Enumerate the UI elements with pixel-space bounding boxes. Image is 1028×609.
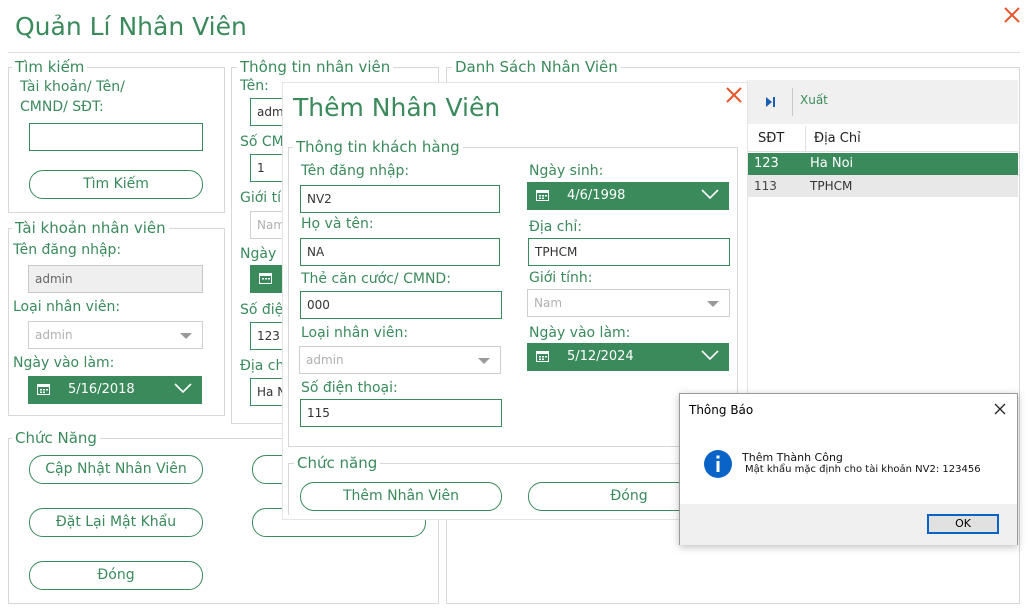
add-id-label: Thẻ căn cước/ CMND: [301, 271, 451, 287]
account-start-date-value: 5/16/2018 [68, 382, 135, 397]
close-button[interactable]: Đóng [29, 561, 203, 590]
table-row[interactable]: 113 TPHCM [746, 175, 1018, 197]
add-phone-label: Số điện thoại: [301, 380, 398, 396]
column-header-address[interactable]: Địa Chỉ [814, 131, 861, 146]
add-dob-picker[interactable]: 4/6/1998 [527, 182, 729, 210]
export-button[interactable]: Xuất [800, 93, 828, 107]
close-icon[interactable] [1001, 4, 1023, 26]
add-dob-label: Ngày sinh: [529, 163, 604, 179]
account-username-label: Tên đăng nhập: [13, 242, 122, 258]
chevron-down-icon [707, 301, 719, 307]
chevron-down-icon [174, 383, 192, 394]
add-fullname-input[interactable]: NA [300, 238, 500, 266]
add-info-group-title: Thông tin khách hàng [293, 139, 463, 155]
add-username-input[interactable]: NV2 [300, 185, 500, 213]
update-employee-button[interactable]: Cập Nhật Nhân Viên [29, 455, 203, 484]
account-start-date-picker[interactable]: 5/16/2018 [28, 376, 202, 404]
reset-password-button[interactable]: Đặt Lại Mật Khẩu [29, 508, 203, 537]
table-row[interactable]: 123 Ha Noi [746, 153, 1018, 175]
account-type-select[interactable]: admin [28, 321, 203, 349]
ok-button[interactable]: OK [927, 514, 999, 534]
calendar-icon [536, 190, 549, 201]
chevron-down-icon [180, 333, 192, 339]
add-gender-value: Nam [534, 296, 563, 310]
table-cell-address: TPHCM [810, 179, 853, 193]
title-divider [8, 52, 1020, 53]
message-line-2: Mật khẩu mặc định cho tài khoản NV2: 123… [745, 464, 981, 475]
info-id-label: Số CM [240, 134, 284, 150]
window-title: Quản Lí Nhân Viên [15, 12, 247, 41]
info-group-title: Thông tin nhân viên [237, 59, 394, 75]
search-input[interactable] [29, 123, 203, 151]
add-functions-group-title: Chức năng [294, 455, 381, 471]
add-username-label: Tên đăng nhập: [301, 163, 410, 179]
info-gender-value: Nam [257, 218, 286, 232]
add-address-input[interactable]: TPHCM [528, 238, 730, 266]
search-group-title: Tìm kiếm [12, 59, 88, 75]
chevron-down-icon [478, 358, 490, 364]
info-icon [703, 449, 733, 479]
add-type-value: admin [306, 353, 344, 367]
add-gender-select[interactable]: Nam [527, 289, 730, 317]
add-gender-label: Giới tính: [529, 270, 593, 286]
add-phone-input[interactable]: 115 [300, 399, 502, 427]
account-type-label: Loại nhân viên: [13, 299, 121, 315]
add-dob-value: 4/6/1998 [567, 188, 626, 203]
column-divider [805, 126, 806, 152]
account-type-value: admin [35, 328, 73, 342]
add-fullname-label: Họ và tên: [301, 216, 374, 232]
add-id-input[interactable]: 000 [300, 291, 502, 319]
add-dialog-close-icon[interactable] [723, 84, 745, 106]
add-type-select[interactable]: admin [299, 346, 501, 374]
next-record-icon[interactable] [763, 94, 777, 108]
calendar-icon [536, 351, 549, 362]
info-date-label: Ngày [240, 246, 277, 262]
add-start-label: Ngày vào làm: [529, 325, 631, 341]
table-cell-phone: 123 [754, 156, 779, 171]
message-box-close-icon[interactable] [992, 401, 1008, 417]
list-toolbar [746, 80, 1018, 124]
account-username-field[interactable]: admin [28, 265, 203, 293]
chevron-down-icon [701, 350, 719, 361]
toolbar-separator [792, 88, 793, 116]
info-gender-label: Giới tí [240, 190, 282, 206]
calendar-icon [259, 273, 272, 284]
info-name-label: Tên: [240, 78, 269, 94]
add-start-value: 5/12/2024 [567, 349, 634, 364]
info-phone-label: Số điệ [240, 302, 284, 318]
chevron-down-icon [701, 189, 719, 200]
info-address-label: Địa ch [240, 358, 285, 374]
message-box-title: Thông Báo [689, 403, 754, 417]
list-header-row: SĐT Địa Chỉ [746, 126, 1018, 152]
message-line-1: Thêm Thành Công [742, 451, 843, 464]
list-group-title: Danh Sách Nhân Viên [452, 59, 621, 75]
account-start-label: Ngày vào làm: [13, 355, 115, 371]
add-type-label: Loại nhân viên: [301, 325, 409, 341]
column-header-phone[interactable]: SĐT [758, 131, 784, 146]
search-label: Tài khoản/ Tên/ CMND/ SĐT: [20, 79, 125, 115]
table-cell-phone: 113 [754, 179, 777, 193]
message-box: Thông Báo Thêm Thành Công Mật khẩu mặc đ… [679, 393, 1018, 545]
add-dialog-title: Thêm Nhân Viên [293, 93, 501, 122]
add-employee-button[interactable]: Thêm Nhân Viên [300, 482, 502, 511]
calendar-icon [37, 384, 50, 395]
functions-group-title: Chức Năng [12, 430, 100, 446]
add-start-picker[interactable]: 5/12/2024 [527, 343, 729, 371]
table-cell-address: Ha Noi [810, 156, 854, 171]
search-button[interactable]: Tìm Kiếm [29, 170, 203, 199]
add-address-label: Địa chỉ: [529, 219, 582, 235]
account-group-title: Tài khoản nhân viên [12, 220, 169, 236]
